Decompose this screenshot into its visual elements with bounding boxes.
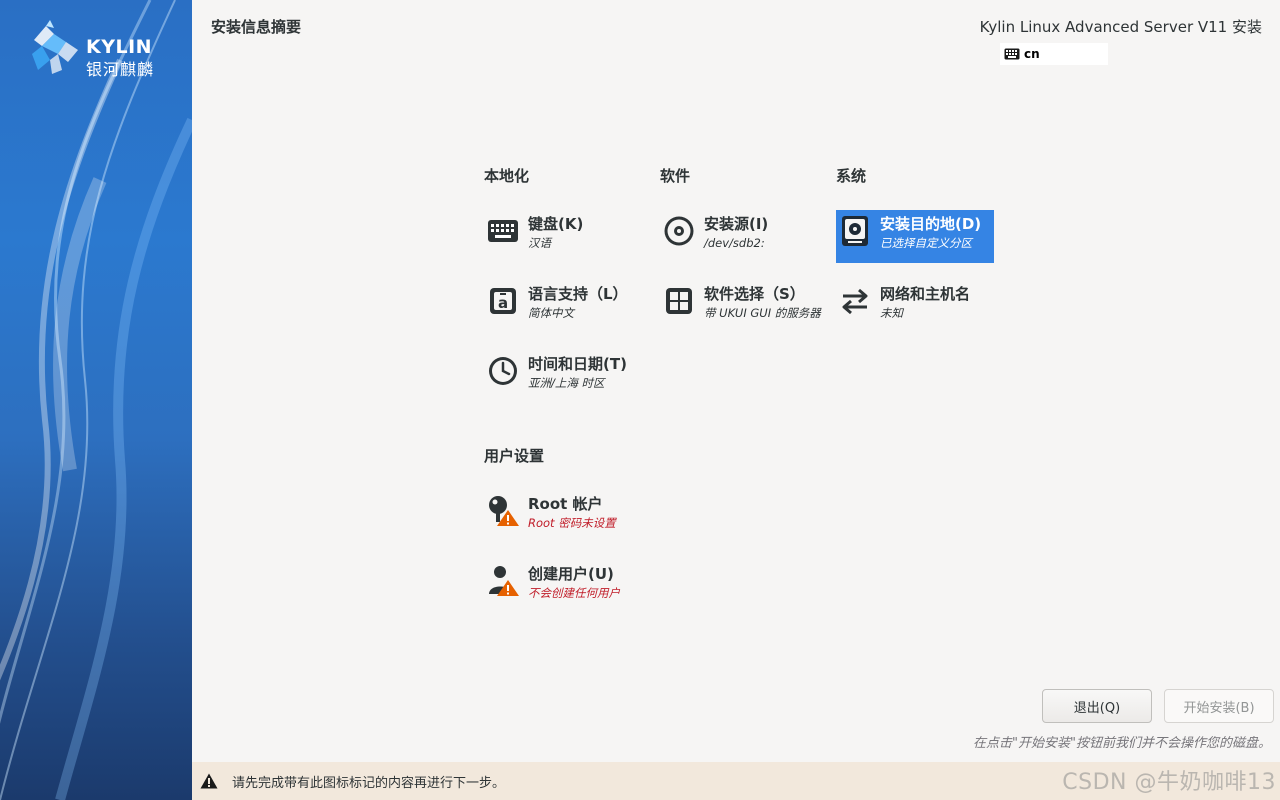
spoke-keyboard-status: 汉语	[528, 236, 551, 250]
spoke-network-status: 未知	[880, 306, 903, 320]
package-icon	[662, 284, 696, 318]
spoke-time-name: 时间和日期(T)	[528, 355, 627, 373]
kylin-logo: KYLIN 银河麒麟	[28, 20, 168, 80]
spoke-software-name: 软件选择（S）	[704, 285, 805, 303]
logo-text-english: KYLIN	[86, 36, 153, 58]
spoke-root-name: Root 帐户	[528, 495, 603, 513]
spoke-language-status: 简体中文	[528, 306, 574, 320]
spoke-language-support[interactable]: a 语言支持（L） 简体中文	[484, 280, 634, 325]
watermark: CSDN @牛奶咖啡13	[1062, 770, 1276, 795]
section-software: 软件	[660, 167, 691, 185]
spoke-source-name: 安装源(I)	[704, 215, 769, 233]
section-localization: 本地化	[484, 167, 530, 185]
warning-icon	[200, 773, 218, 789]
spoke-time-status: 亚洲/上海 时区	[528, 376, 605, 390]
section-system: 系统	[836, 167, 867, 185]
section-user-settings: 用户设置	[484, 447, 545, 465]
spoke-destination-status: 已选择自定义分区	[880, 236, 972, 250]
begin-installation-button[interactable]: 开始安装(B)	[1164, 689, 1274, 723]
spoke-network-hostname[interactable]: 网络和主机名 未知	[836, 280, 976, 325]
disk-hint-text: 在点击"开始安装"按钮前我们并不会操作您的磁盘。	[973, 736, 1271, 751]
spoke-keyboard-name: 键盘(K)	[528, 215, 584, 233]
spoke-root-status: Root 密码未设置	[528, 516, 616, 530]
spoke-destination-name: 安装目的地(D)	[880, 215, 982, 233]
network-arrows-icon	[838, 284, 872, 318]
spoke-time-date[interactable]: 时间和日期(T) 亚洲/上海 时区	[484, 350, 633, 395]
disc-icon	[662, 214, 696, 248]
spoke-keyboard[interactable]: 键盘(K) 汉语	[484, 210, 589, 255]
keyboard-layout-label: cn	[1024, 47, 1040, 61]
warning-text: 请先完成带有此图标标记的内容再进行下一步。	[232, 775, 506, 791]
spoke-install-source[interactable]: 安装源(I) /dev/sdb2:	[660, 210, 774, 255]
spoke-root-account[interactable]: Root 帐户 Root 密码未设置	[484, 490, 622, 535]
harddisk-icon	[838, 214, 872, 248]
quit-button[interactable]: 退出(Q)	[1042, 689, 1152, 723]
spoke-software-selection[interactable]: 软件选择（S） 带 UKUI GUI 的服务器	[660, 280, 827, 325]
keyboard-layout-indicator[interactable]: cn	[1000, 43, 1108, 65]
spoke-create-user[interactable]: 创建用户(U) 不会创建任何用户	[484, 560, 626, 605]
spoke-software-status: 带 UKUI GUI 的服务器	[704, 306, 821, 320]
spoke-language-name: 语言支持（L）	[528, 285, 628, 303]
page-title: 安装信息摘要	[211, 18, 302, 36]
language-icon: a	[486, 284, 520, 318]
clock-icon	[486, 354, 520, 388]
user-icon	[486, 564, 520, 598]
product-title: Kylin Linux Advanced Server V11 安装	[979, 18, 1262, 36]
sidebar: KYLIN 银河麒麟	[0, 0, 192, 800]
spoke-user-name: 创建用户(U)	[528, 565, 614, 583]
svg-text:a: a	[498, 294, 508, 312]
logo-text-chinese: 银河麒麟	[86, 60, 155, 79]
spoke-network-name: 网络和主机名	[880, 285, 971, 303]
keyboard-icon	[486, 214, 520, 248]
kylin-horse-icon	[32, 20, 78, 74]
spoke-user-status: 不会创建任何用户	[528, 586, 620, 600]
spoke-source-status: /dev/sdb2:	[704, 236, 765, 250]
spoke-install-destination[interactable]: 安装目的地(D) 已选择自定义分区	[836, 210, 994, 263]
keyboard-small-icon	[1004, 48, 1020, 60]
root-key-icon	[486, 494, 520, 528]
sidebar-wave-art	[0, 0, 192, 800]
